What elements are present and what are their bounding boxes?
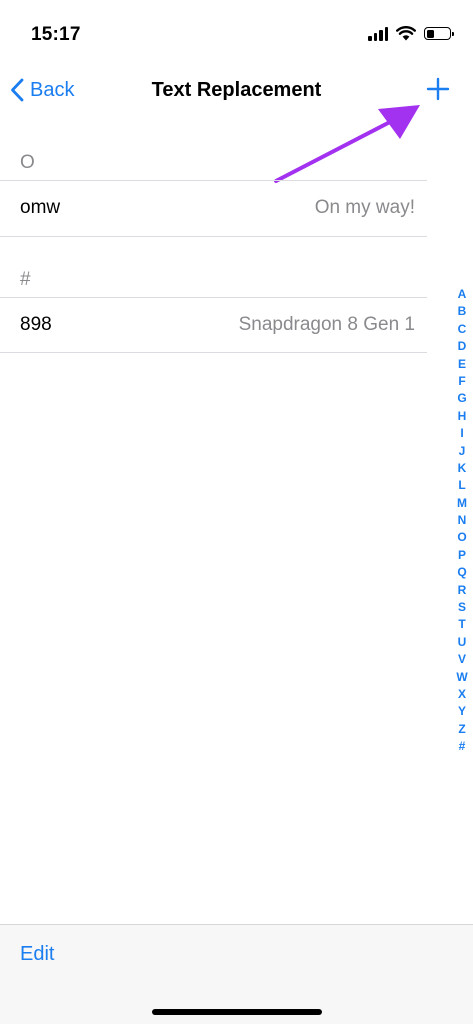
index-letter[interactable]: B [454,303,470,320]
home-indicator[interactable] [152,1009,322,1015]
section-index[interactable]: A B C D E F G H I J K L M N O P Q R S T … [454,286,470,756]
index-letter[interactable]: G [454,390,470,407]
index-letter[interactable]: V [454,651,470,668]
wifi-icon [396,26,416,41]
bottom-toolbar: Edit [0,924,473,1024]
index-letter[interactable]: A [454,286,470,303]
divider [0,297,427,298]
index-letter[interactable]: O [454,529,470,546]
index-letter[interactable]: D [454,338,470,355]
status-time: 15:17 [31,24,81,45]
index-letter[interactable]: Y [454,703,470,720]
list-item[interactable]: 898 Snapdragon 8 Gen 1 [0,299,427,353]
index-letter[interactable]: S [454,599,470,616]
index-letter[interactable]: N [454,512,470,529]
index-letter[interactable]: Q [454,564,470,581]
index-letter[interactable]: C [454,321,470,338]
phrase-text: Snapdragon 8 Gen 1 [238,314,415,335]
index-letter[interactable]: U [454,634,470,651]
edit-button[interactable]: Edit [20,943,54,966]
cellular-signal-icon [368,26,388,41]
annotation-arrow-icon [274,105,420,183]
status-icons [368,26,454,41]
index-letter[interactable]: H [454,408,470,425]
index-letter[interactable]: P [454,547,470,564]
list-item[interactable]: omw On my way! [0,182,427,236]
index-letter[interactable]: F [454,373,470,390]
index-letter[interactable]: Z [454,721,470,738]
shortcut-text: omw [20,197,61,218]
section-header-hash: # [20,269,31,290]
index-letter[interactable]: L [454,477,470,494]
index-letter[interactable]: I [454,425,470,442]
index-letter[interactable]: J [454,443,470,460]
index-letter[interactable]: R [454,582,470,599]
index-letter[interactable]: M [454,495,470,512]
section-header-o: O [20,152,35,173]
phrase-text: On my way! [314,197,415,218]
index-letter[interactable]: W [454,669,470,686]
status-bar: 15:17 [0,0,473,60]
index-letter[interactable]: X [454,686,470,703]
divider [0,352,427,353]
index-letter[interactable]: # [454,738,470,755]
divider [0,236,427,237]
index-letter[interactable]: K [454,460,470,477]
index-letter[interactable]: T [454,616,470,633]
shortcut-text: 898 [20,314,52,335]
divider [0,180,427,181]
index-letter[interactable]: E [454,356,470,373]
battery-icon [424,27,454,40]
